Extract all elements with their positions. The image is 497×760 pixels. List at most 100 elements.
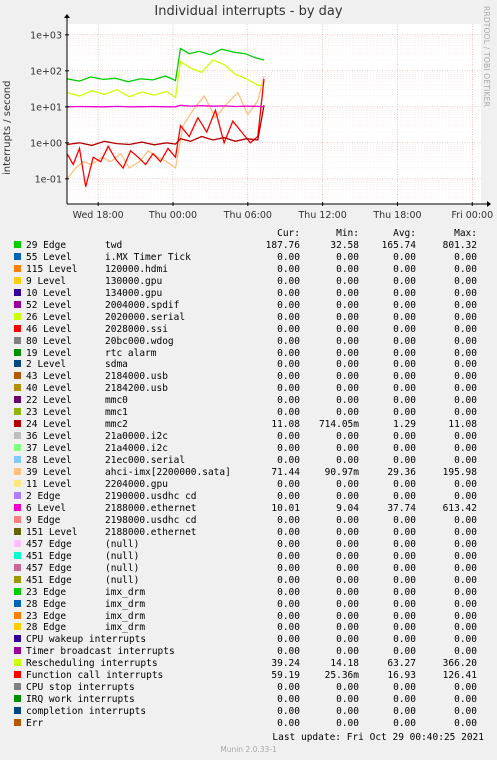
legend-irq: 28 Edge xyxy=(26,622,67,634)
legend-avg: 0.00 xyxy=(393,275,416,287)
legend-avg: 37.74 xyxy=(387,502,416,514)
legend-avg: 0.00 xyxy=(393,431,416,443)
legend-max: 0.00 xyxy=(454,610,477,622)
legend-irq: 23 Edge xyxy=(26,610,67,622)
legend-max: 613.42 xyxy=(442,502,477,514)
legend-swatch xyxy=(14,360,21,368)
legend-irq: 23 Edge xyxy=(26,586,67,598)
legend-label-cell: 2 Edge 2190000.usdhc cd xyxy=(12,491,248,503)
legend-cur: 0.00 xyxy=(277,682,300,694)
legend-irq: 28 Edge xyxy=(26,598,67,610)
legend-series-name: 2020000.serial xyxy=(105,311,186,323)
legend-min: 0.00 xyxy=(336,610,359,622)
legend-cur: 0.00 xyxy=(277,694,300,706)
legend-min: 0.00 xyxy=(336,443,359,455)
legend-max: 0.00 xyxy=(454,335,477,347)
legend-label-cell: 6 Level 2188000.ethernet xyxy=(12,503,248,515)
legend-max: 0.00 xyxy=(454,395,477,407)
legend-max: 0.00 xyxy=(454,431,477,443)
legend-row: 36 Level 21a0000.i2c 0.00 0.00 0.00 0.00 xyxy=(12,431,477,443)
legend-min: 9.04 xyxy=(336,502,359,514)
legend-irq: 115 Level xyxy=(26,263,78,275)
legend-row: 43 Level 2184000.usb 0.00 0.00 0.00 0.00 xyxy=(12,371,477,383)
legend-swatch xyxy=(14,252,21,260)
legend-row: 2 Level sdma 0.00 0.00 0.00 0.00 xyxy=(12,359,477,371)
legend-series-name: (null) xyxy=(105,550,140,562)
legend-row: 28 Edge imx_drm 0.00 0.00 0.00 0.00 xyxy=(12,599,477,611)
legend-cur: 0.00 xyxy=(277,562,300,574)
legend-row: 457 Edge (null) 0.00 0.00 0.00 0.00 xyxy=(12,539,477,551)
legend-cur: 71.44 xyxy=(271,467,300,479)
legend-row: CPU stop interrupts 0.00 0.00 0.00 0.00 xyxy=(12,682,477,694)
legend-row: 80 Level 20bc000.wdog 0.00 0.00 0.00 0.00 xyxy=(12,336,477,348)
legend-row: 10 Level 134000.gpu 0.00 0.00 0.00 0.00 xyxy=(12,288,477,300)
x-tick-label: Thu 00:00 xyxy=(148,210,197,221)
legend-avg: 0.00 xyxy=(393,562,416,574)
legend-avg: 0.00 xyxy=(393,550,416,562)
legend-irq: 26 Level xyxy=(26,311,72,323)
legend-series-name: 120000.hdmi xyxy=(105,263,168,275)
legend-row: 451 Edge (null) 0.00 0.00 0.00 0.00 xyxy=(12,575,477,587)
legend-row: Timer broadcast interrupts 0.00 0.00 0.00 0.… xyxy=(12,646,477,658)
legend-row: Function call interrupts 59.19 25.36m 16.93… xyxy=(12,670,477,682)
legend-series-name: (null) xyxy=(105,538,140,550)
legend-cur: 0.00 xyxy=(277,706,300,718)
legend-irq: 40 Level xyxy=(26,383,72,395)
legend-avg: 0.00 xyxy=(393,622,416,634)
legend-max: 0.00 xyxy=(454,526,477,538)
legend-cur: 0.00 xyxy=(277,323,300,335)
legend-irq: 10 Level xyxy=(26,287,72,299)
legend-irq: 43 Level xyxy=(26,371,72,383)
munin-version: Munin 2.0.33-1 xyxy=(220,745,277,754)
legend-min: 0.00 xyxy=(336,275,359,287)
legend-swatch xyxy=(14,503,21,511)
legend-min: 0.00 xyxy=(336,335,359,347)
legend-label-cell: 26 Level 2020000.serial xyxy=(12,312,248,324)
legend-cur: 10.01 xyxy=(271,502,300,514)
legend-row: 26 Level 2020000.serial 0.00 0.00 0.00 0.00 xyxy=(12,312,477,324)
legend-cur: 0.00 xyxy=(277,359,300,371)
legend-irq: 28 Level xyxy=(26,455,72,467)
legend-avg: 0.00 xyxy=(393,610,416,622)
legend-label-cell: 23 Level mmc1 xyxy=(12,407,248,419)
legend-row: completion interrupts 0.00 0.00 0.00 0.00 xyxy=(12,706,477,718)
legend-avg: 0.00 xyxy=(393,479,416,491)
legend-avg: 0.00 xyxy=(393,634,416,646)
legend-max: 0.00 xyxy=(454,622,477,634)
legend-irq: 23 Level xyxy=(26,407,72,419)
legend-max: 0.00 xyxy=(454,311,477,323)
legend-label-cell: 40 Level 2184200.usb xyxy=(12,383,248,395)
legend-max: 0.00 xyxy=(454,718,477,730)
legend-swatch xyxy=(14,659,21,667)
legend-swatch xyxy=(14,288,21,296)
legend-swatch xyxy=(14,264,21,272)
legend-label-cell: 451 Edge (null) xyxy=(12,575,248,587)
legend-cur: 0.00 xyxy=(277,335,300,347)
legend-max: 0.00 xyxy=(454,347,477,359)
legend-swatch xyxy=(14,408,21,416)
legend-min: 0.00 xyxy=(336,431,359,443)
x-tick-label: Thu 06:00 xyxy=(223,210,272,221)
legend-cur: 0.00 xyxy=(277,263,300,275)
legend-row: 115 Level 120000.hdmi 0.00 0.00 0.00 0.00 xyxy=(12,264,477,276)
legend-series-name: imx_drm xyxy=(105,610,146,622)
legend-label-cell: completion interrupts xyxy=(12,706,248,718)
legend-min: 0.00 xyxy=(336,694,359,706)
legend-label-cell: 29 Edge twd xyxy=(12,240,248,252)
legend-cur: 187.76 xyxy=(265,239,300,251)
legend-irq: 2 Level xyxy=(26,359,67,371)
legend-max: 0.00 xyxy=(454,407,477,419)
y-tick-label: 1e-01 xyxy=(35,174,62,185)
legend-max: 0.00 xyxy=(454,634,477,646)
legend-series-name: 130000.gpu xyxy=(105,275,163,287)
legend-table: Cur: Min: Avg: Max: 29 Edge twd 187.76 32.5… xyxy=(12,228,477,730)
legend-max: 0.00 xyxy=(454,287,477,299)
legend-series-name: Err xyxy=(26,718,44,730)
legend-avg: 0.00 xyxy=(393,514,416,526)
legend-series-name: 21ec000.serial xyxy=(105,455,186,467)
legend-cur: 0.00 xyxy=(277,550,300,562)
legend-swatch xyxy=(14,456,21,464)
y-tick-label: 1e+00 xyxy=(30,138,62,149)
legend-header-row: Cur: Min: Avg: Max: xyxy=(12,228,477,240)
legend-row: 9 Level 130000.gpu 0.00 0.00 0.00 0.00 xyxy=(12,276,477,288)
